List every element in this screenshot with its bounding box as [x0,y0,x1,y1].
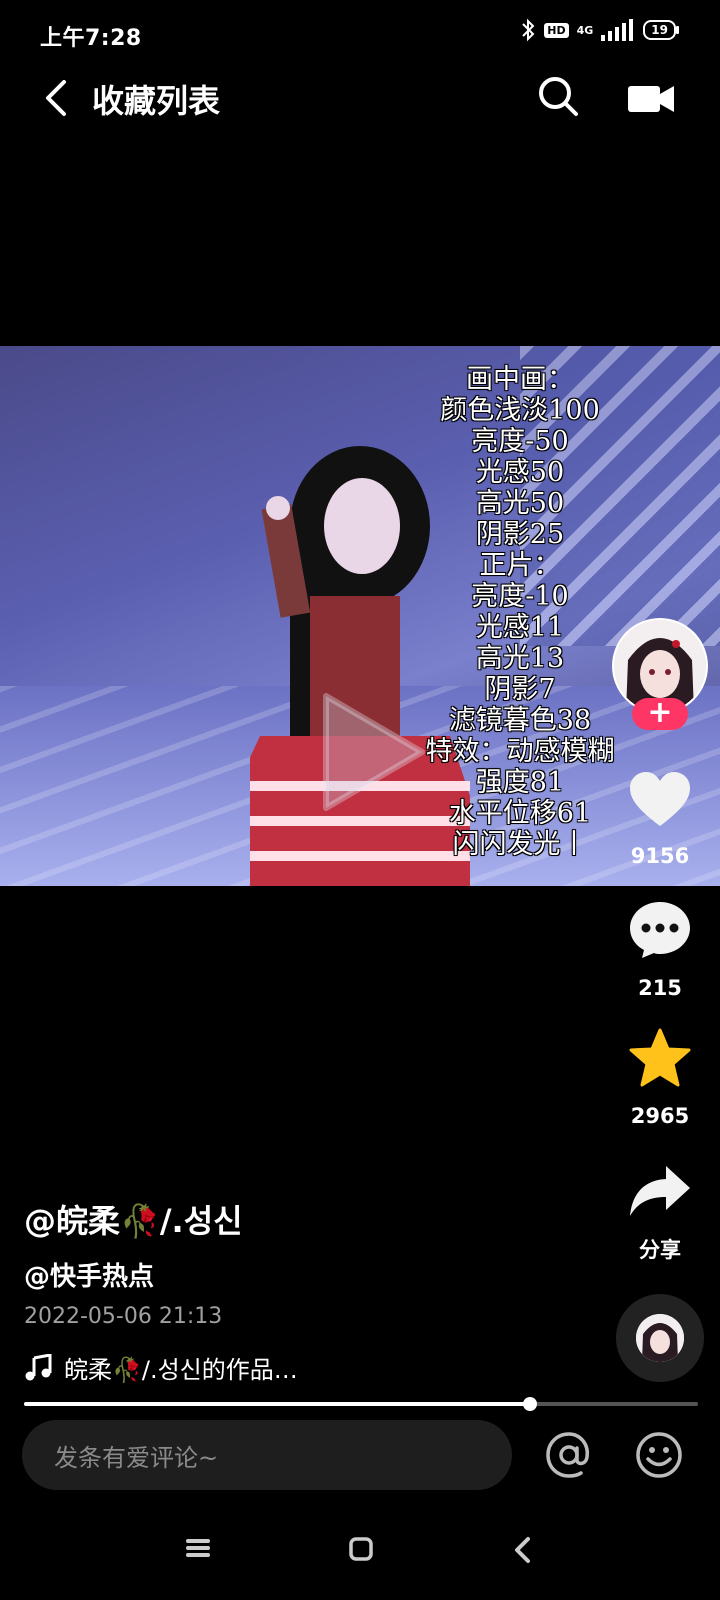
heart-icon[interactable] [628,770,692,830]
status-icons: HD 4G 19 [520,18,679,42]
overlay-line: 阴影7 [484,674,556,705]
like-count: 9156 [630,844,690,868]
overlay-line: 光感11 [475,612,565,643]
nav-home-icon[interactable] [348,1536,374,1562]
follow-button[interactable]: + [632,698,688,730]
search-icon[interactable] [536,74,580,118]
back-icon[interactable] [40,78,76,118]
music-info[interactable]: 皖柔🥀/.성신的作品… [24,1350,298,1385]
status-time: 上午7:28 [40,26,142,51]
comment-count: 215 [638,976,682,1000]
signal-icon [601,19,634,41]
favorite-count: 2965 [630,1104,690,1128]
overlay-line: 滤镜暮色38 [448,705,592,736]
share-icon[interactable] [628,1162,692,1222]
network-label: 4G [576,23,594,37]
music-disc[interactable] [616,1294,704,1382]
mention-icon[interactable] [544,1430,594,1480]
topic-tag[interactable]: @快手热点 [24,1256,154,1293]
hd-badge: HD [544,22,569,38]
overlay-line: 颜色浅淡100 [440,395,600,426]
nav-back-icon[interactable] [512,1536,534,1564]
overlay-line: 画中画： [466,364,574,395]
comment-icon[interactable] [628,900,692,960]
overlay-line: 正片： [479,550,561,581]
overlay-line: 高光50 [475,488,565,519]
overlay-line: 阴影25 [475,519,565,550]
overlay-line: 亮度-10 [471,581,569,612]
music-note-icon [25,1353,52,1380]
video-overlay-text: 画中画： 颜色浅淡100 亮度-50 光感50 高光50 阴影25 正片： 亮度-10 光感11… [400,364,640,860]
overlay-line: 水平位移61 [448,798,592,829]
video-player[interactable]: 画中画： 颜色浅淡100 亮度-50 光感50 高光50 阴影25 正片： 亮度-10 光感11… [0,346,720,886]
overlay-line: 高光13 [475,643,565,674]
favorite-star-icon[interactable] [628,1028,692,1088]
overlay-line: 强度81 [475,767,565,798]
emoji-icon[interactable] [634,1430,684,1480]
overlay-line: 特效：动感模糊 [425,736,615,767]
battery-indicator: 19 [643,20,679,40]
bluetooth-icon [522,18,535,42]
progress-fill [24,1402,530,1406]
overlay-line: 闪闪发光丨 [452,829,588,860]
page-title: 收藏列表 [92,82,221,120]
music-title: 皖柔🥀/.성신的作品… [64,1356,298,1384]
progress-bar[interactable] [24,1397,698,1411]
overlay-line: 亮度-50 [471,426,569,457]
camera-icon[interactable] [628,80,676,116]
overlay-line: 光感50 [475,457,565,488]
play-icon[interactable] [318,690,428,814]
author-name[interactable]: @皖柔🥀/.성신 [24,1196,243,1242]
music-disc-image [636,1314,684,1362]
comment-input[interactable]: 发条有爱评论~ [22,1420,512,1490]
share-label[interactable]: 分享 [610,1234,710,1264]
post-date: 2022-05-06 21:13 [24,1304,223,1329]
progress-knob[interactable] [522,1397,537,1411]
nav-menu-icon[interactable] [184,1536,212,1560]
